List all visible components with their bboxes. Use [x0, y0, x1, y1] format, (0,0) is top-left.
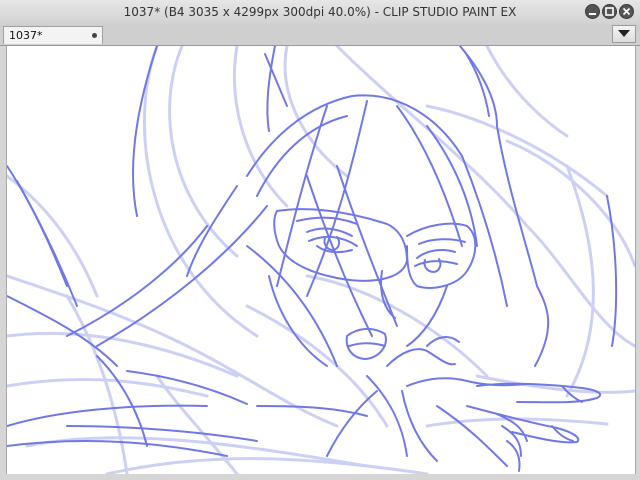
restore-icon: [605, 7, 614, 16]
tab-menu-button[interactable]: [612, 25, 636, 43]
minimize-button[interactable]: [585, 4, 600, 19]
window-bottom-border: [0, 474, 640, 480]
tab-label: 1037*: [9, 29, 43, 42]
restore-button[interactable]: [602, 4, 617, 19]
window-title: 1037* (B4 3035 x 4299px 300dpi 40.0%) - …: [123, 5, 517, 19]
chevron-down-icon: [618, 30, 630, 37]
minimize-icon: [589, 13, 596, 15]
tab-document[interactable]: 1037*: [3, 26, 103, 44]
document-tab-bar: 1037*: [0, 24, 640, 46]
close-icon: [622, 7, 631, 16]
sketch-artwork: [7, 46, 635, 474]
window-controls: [585, 4, 634, 19]
close-button[interactable]: [619, 4, 634, 19]
unsaved-dot-icon: [92, 33, 97, 38]
title-bar[interactable]: 1037* (B4 3035 x 4299px 300dpi 40.0%) - …: [0, 0, 640, 25]
drawing-canvas[interactable]: [6, 46, 636, 474]
